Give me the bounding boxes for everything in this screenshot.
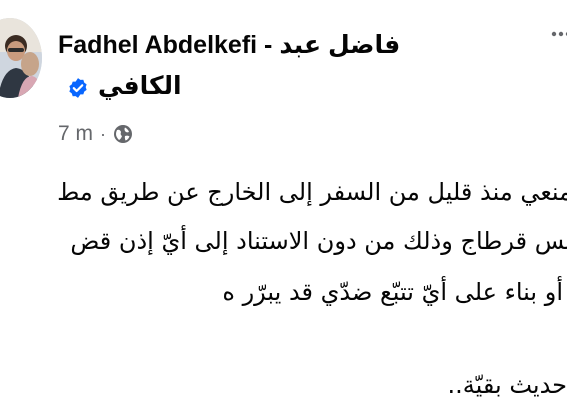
avatar[interactable] [0,18,42,98]
meta-separator: · [100,124,107,144]
avatar-photo [0,18,42,98]
verified-badge-icon [69,78,87,98]
author-name[interactable]: Fadhel Abdelkefi - فاضل عبد [58,30,400,60]
post-text-line: أو بناء على أيّ تتبّع ضدّي قد يبرّر ه [222,278,563,306]
post-text-line: نس قرطاج وذلك من دون الاستناد إلى أيّ إذ… [70,227,567,255]
post-meta: 7 m · [58,120,133,148]
author-name-arabic[interactable]: الكافي [98,71,182,101]
post-timestamp[interactable]: 7 m [58,122,93,146]
post-text-line: حديث بقيّة.. [447,371,567,399]
globe-icon[interactable] [113,124,133,144]
more-options-icon[interactable] [551,30,567,38]
post-text-line: منعي منذ قليل من السفر إلى الخارج عن طري… [57,178,567,206]
